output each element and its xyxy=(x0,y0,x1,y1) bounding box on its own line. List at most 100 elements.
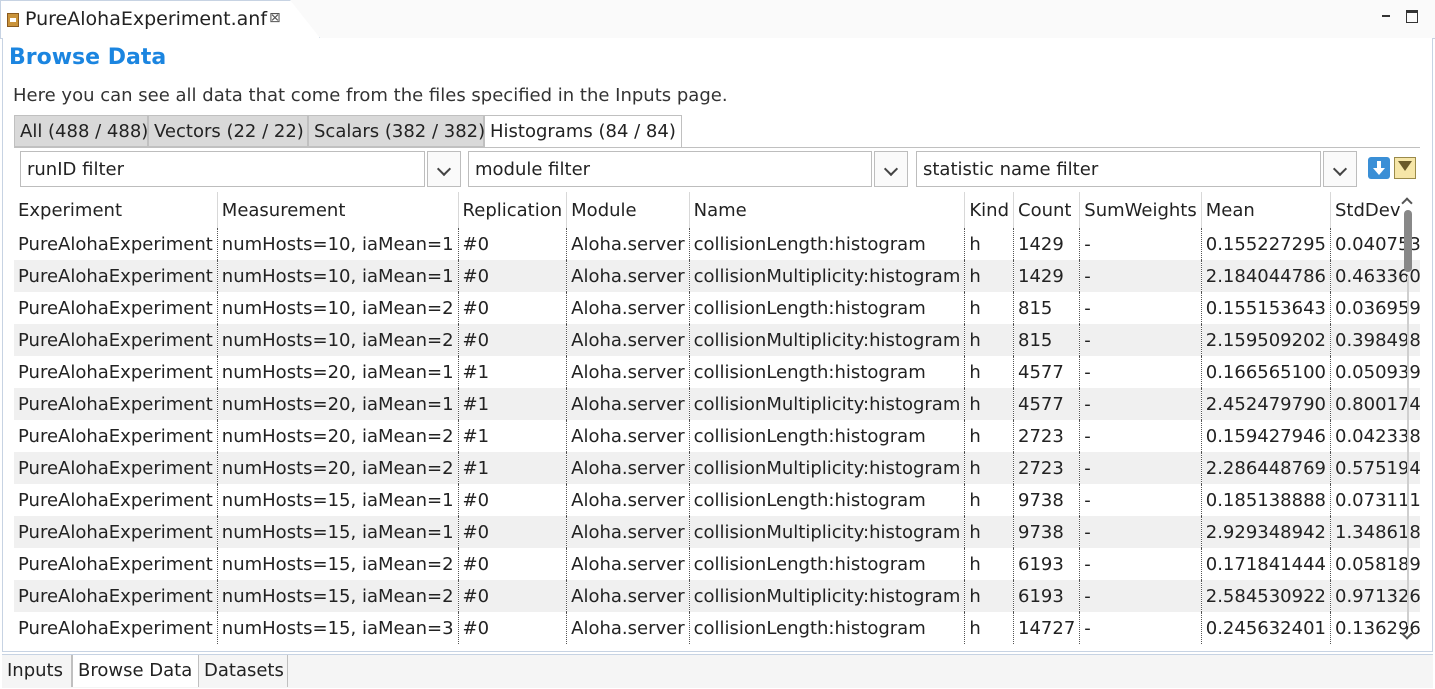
table-cell: collisionLength:histogram xyxy=(689,356,966,388)
table-cell: collisionMultiplicity:histogram xyxy=(689,580,966,612)
table-cell: PureAlohaExperiment xyxy=(14,580,218,612)
down-arrow-icon[interactable] xyxy=(1368,157,1390,179)
column-header[interactable]: Name xyxy=(689,192,966,228)
table-cell: numHosts=15, iaMean=1 xyxy=(217,484,459,516)
table-cell: - xyxy=(1079,324,1202,356)
table-row[interactable]: PureAlohaExperiment numHosts=10, iaMean=2… xyxy=(14,324,1420,356)
statistic-filter-input[interactable] xyxy=(916,151,1321,187)
table-cell: #0 xyxy=(458,260,568,292)
column-header[interactable]: SumWeights xyxy=(1079,192,1202,228)
table-cell: Aloha.server xyxy=(566,324,690,356)
table-cell: collisionMultiplicity:histogram xyxy=(689,388,966,420)
table-cell: numHosts=15, iaMean=2 xyxy=(217,548,459,580)
table-cell: #0 xyxy=(458,324,568,356)
table-cell: 6193 xyxy=(1013,548,1081,580)
tab-all[interactable]: All (488 / 488) xyxy=(14,115,148,147)
table-cell: collisionLength:histogram xyxy=(689,228,966,260)
table-cell: h xyxy=(964,228,1015,260)
table-row[interactable]: PureAlohaExperiment numHosts=20, iaMean=1… xyxy=(14,356,1420,388)
table-cell: collisionLength:histogram xyxy=(689,548,966,580)
scroll-thumb[interactable] xyxy=(1404,210,1412,272)
table-cell: 6193 xyxy=(1013,580,1081,612)
table-cell: - xyxy=(1079,420,1202,452)
table-cell: h xyxy=(964,292,1015,324)
table-cell: numHosts=15, iaMean=1 xyxy=(217,516,459,548)
column-header[interactable]: Experiment xyxy=(14,192,218,228)
table-cell: 2723 xyxy=(1013,420,1081,452)
table-row[interactable]: PureAlohaExperiment numHosts=15, iaMean=3… xyxy=(14,612,1420,644)
module-filter-dropdown-icon[interactable] xyxy=(874,151,908,187)
table-cell: numHosts=10, iaMean=1 xyxy=(217,260,459,292)
table-row[interactable]: PureAlohaExperiment numHosts=20, iaMean=2… xyxy=(14,420,1420,452)
scroll-track[interactable] xyxy=(1407,276,1409,626)
table-cell: h xyxy=(964,452,1015,484)
table-cell: 0.245632401 xyxy=(1201,612,1332,644)
tab-browse-data[interactable]: Browse Data xyxy=(72,655,199,687)
table-row[interactable]: PureAlohaExperiment numHosts=10, iaMean=1… xyxy=(14,228,1420,260)
analysis-file-icon xyxy=(7,13,19,27)
table-cell: 9738 xyxy=(1013,484,1081,516)
table-cell: PureAlohaExperiment xyxy=(14,612,218,644)
minimize-icon[interactable] xyxy=(1378,8,1394,24)
editor-tab-title: PureAlohaExperiment.anf xyxy=(25,8,268,30)
table-cell: numHosts=10, iaMean=1 xyxy=(217,228,459,260)
table-cell: #0 xyxy=(458,292,568,324)
table-cell: 2.159509202 xyxy=(1201,324,1332,356)
column-header[interactable]: Module xyxy=(566,192,690,228)
page-title: Browse Data xyxy=(9,45,167,70)
vertical-scrollbar[interactable] xyxy=(1400,196,1414,642)
table-cell: 4577 xyxy=(1013,356,1081,388)
table-cell: h xyxy=(964,388,1015,420)
column-header[interactable]: Count xyxy=(1013,192,1081,228)
table-row[interactable]: PureAlohaExperiment numHosts=15, iaMean=1… xyxy=(14,484,1420,516)
table-cell: #0 xyxy=(458,580,568,612)
tab-scalars[interactable]: Scalars (382 / 382) xyxy=(308,115,485,147)
table-cell: collisionLength:histogram xyxy=(689,612,966,644)
column-header[interactable]: Measurement xyxy=(217,192,459,228)
column-header[interactable]: Kind xyxy=(964,192,1015,228)
table-cell: h xyxy=(964,580,1015,612)
close-icon[interactable]: ⊠ xyxy=(269,10,281,26)
table-cell: 2.452479790 xyxy=(1201,388,1332,420)
table-cell: - xyxy=(1079,548,1202,580)
data-table: Experiment Measurement Replication Module Na… xyxy=(14,192,1420,644)
table-cell: - xyxy=(1079,452,1202,484)
table-cell: h xyxy=(964,548,1015,580)
table-cell: - xyxy=(1079,516,1202,548)
scroll-down-icon[interactable] xyxy=(1401,628,1413,640)
runid-filter-dropdown-icon[interactable] xyxy=(427,151,461,187)
table-cell: Aloha.server xyxy=(566,548,690,580)
editor-tab[interactable]: PureAlohaExperiment.anf ⊠ xyxy=(0,0,320,38)
table-row[interactable]: PureAlohaExperiment numHosts=15, iaMean=2… xyxy=(14,580,1420,612)
table-row[interactable]: PureAlohaExperiment numHosts=20, iaMean=1… xyxy=(14,388,1420,420)
table-cell: #1 xyxy=(458,452,568,484)
table-row[interactable]: PureAlohaExperiment numHosts=15, iaMean=2… xyxy=(14,548,1420,580)
module-filter-input[interactable] xyxy=(468,151,872,187)
statistic-filter-dropdown-icon[interactable] xyxy=(1323,151,1357,187)
column-header[interactable]: Mean xyxy=(1201,192,1332,228)
table-cell: numHosts=10, iaMean=2 xyxy=(217,292,459,324)
table-cell: - xyxy=(1079,612,1202,644)
table-row[interactable]: PureAlohaExperiment numHosts=10, iaMean=1… xyxy=(14,260,1420,292)
histogram-table: Experiment Measurement Replication Module Na… xyxy=(14,192,1420,644)
runid-filter-input[interactable] xyxy=(20,151,425,187)
table-cell: collisionLength:histogram xyxy=(689,292,966,324)
tab-vectors[interactable]: Vectors (22 / 22) xyxy=(148,115,308,147)
table-cell: 14727 xyxy=(1013,612,1081,644)
table-row[interactable]: PureAlohaExperiment numHosts=20, iaMean=2… xyxy=(14,452,1420,484)
column-header[interactable]: Replication xyxy=(458,192,568,228)
table-cell: Aloha.server xyxy=(566,356,690,388)
table-cell: PureAlohaExperiment xyxy=(14,292,218,324)
tab-inputs[interactable]: Inputs xyxy=(2,655,72,687)
tab-histograms[interactable]: Histograms (84 / 84) xyxy=(484,115,682,148)
table-cell: numHosts=15, iaMean=3 xyxy=(217,612,459,644)
editor-tab-bar: PureAlohaExperiment.anf ⊠ xyxy=(0,0,1435,39)
table-cell: - xyxy=(1079,292,1202,324)
table-cell: #0 xyxy=(458,548,568,580)
filter-icon[interactable] xyxy=(1394,157,1416,179)
scroll-up-icon[interactable] xyxy=(1401,197,1413,209)
table-row[interactable]: PureAlohaExperiment numHosts=15, iaMean=1… xyxy=(14,516,1420,548)
maximize-icon[interactable] xyxy=(1404,8,1420,24)
tab-datasets[interactable]: Datasets xyxy=(199,655,288,687)
table-row[interactable]: PureAlohaExperiment numHosts=10, iaMean=2… xyxy=(14,292,1420,324)
